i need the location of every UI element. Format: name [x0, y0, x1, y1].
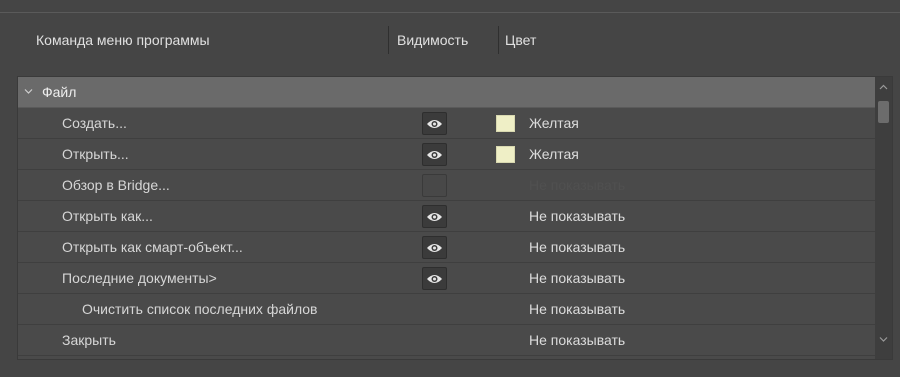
command-label: Очистить список последних файлов [82, 301, 318, 317]
command-label: Создать... [62, 115, 127, 131]
color-label[interactable]: Не показывать [529, 263, 625, 294]
list-item[interactable]: Открыть как... Не показывать [18, 201, 875, 232]
command-label: Открыть как... [62, 208, 153, 224]
visibility-toggle[interactable] [422, 143, 447, 166]
command-label: Открыть как смарт-объект... [62, 239, 243, 255]
visibility-toggle[interactable] [422, 205, 447, 228]
list-item[interactable]: Обзор в Bridge... Не показывать [18, 170, 875, 201]
group-label: Файл [42, 84, 77, 100]
column-separator[interactable] [498, 26, 499, 54]
visibility-toggle[interactable] [422, 236, 447, 259]
color-label[interactable]: Не показывать [529, 201, 625, 232]
list-item[interactable]: Открыть... Желтая [18, 139, 875, 170]
color-label[interactable]: Желтая [529, 108, 579, 139]
color-label[interactable]: Не показывать [529, 232, 625, 263]
group-row-file[interactable]: Файл [18, 77, 875, 108]
color-label[interactable]: Не показывать [529, 170, 625, 201]
list-item[interactable]: Последние документы> Не показывать [18, 263, 875, 294]
menu-commands-list: Файл Создать... Желтая Открыть... Желтая [17, 76, 893, 360]
table-header: Команда меню программы Видимость Цвет [17, 13, 895, 67]
eye-icon [427, 120, 442, 128]
visibility-toggle[interactable] [422, 267, 447, 290]
eye-icon [427, 244, 442, 252]
command-label: Обзор в Bridge... [62, 177, 170, 193]
visibility-toggle[interactable] [422, 174, 447, 197]
chevron-down-icon[interactable] [24, 87, 33, 96]
command-label: Закрыть [62, 332, 116, 348]
command-label: Открыть... [62, 146, 129, 162]
column-header-command[interactable]: Команда меню программы [36, 13, 210, 67]
eye-icon [427, 275, 442, 283]
color-label[interactable]: Не показывать [529, 325, 625, 356]
eye-icon [427, 151, 442, 159]
color-swatch[interactable] [496, 115, 515, 132]
color-label[interactable]: Желтая [529, 139, 579, 170]
color-swatch[interactable] [496, 146, 515, 163]
chevron-down-icon[interactable] [879, 335, 888, 344]
list-item[interactable]: Открыть как смарт-объект... Не показыват… [18, 232, 875, 263]
list-item[interactable]: Очистить список последних файлов Не пока… [18, 294, 875, 325]
chevron-up-icon[interactable] [879, 83, 888, 92]
scrollbar-thumb[interactable] [878, 101, 889, 123]
column-header-color[interactable]: Цвет [505, 13, 536, 67]
command-label: Последние документы> [62, 270, 217, 286]
list-item[interactable]: Создать... Желтая [18, 108, 875, 139]
list-item[interactable]: Закрыть Не показывать [18, 325, 875, 356]
column-separator[interactable] [388, 26, 389, 54]
color-label[interactable]: Не показывать [529, 294, 625, 325]
eye-icon [427, 213, 442, 221]
vertical-scrollbar[interactable] [875, 77, 892, 359]
column-header-visibility[interactable]: Видимость [397, 13, 468, 67]
visibility-toggle[interactable] [422, 112, 447, 135]
